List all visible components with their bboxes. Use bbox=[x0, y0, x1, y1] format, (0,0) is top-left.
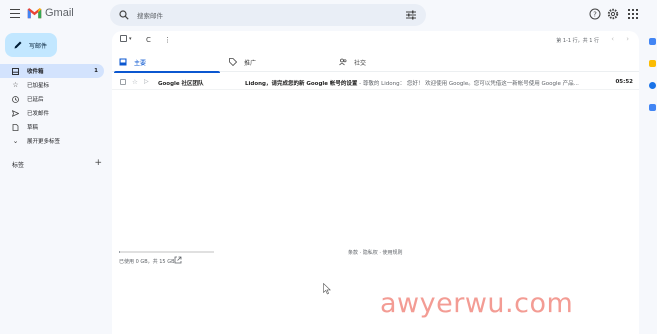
sidebar-item-inbox[interactable]: 收件箱 1 bbox=[0, 64, 104, 78]
sidebar-item-starred[interactable]: ☆ 已加星标 bbox=[0, 78, 106, 92]
tab-label: 社交 bbox=[354, 60, 367, 67]
help-icon[interactable]: ? bbox=[589, 8, 601, 20]
labels-title: 标签 bbox=[12, 162, 25, 169]
inbox-icon bbox=[12, 67, 19, 75]
next-page-icon[interactable]: › bbox=[626, 35, 629, 43]
search-icon[interactable] bbox=[119, 10, 129, 20]
tab-label: 推广 bbox=[244, 60, 257, 67]
row-checkbox[interactable] bbox=[120, 79, 126, 85]
contacts-icon[interactable] bbox=[649, 104, 656, 111]
sidebar-item-label: 已加星标 bbox=[27, 83, 50, 89]
sidebar-item-drafts[interactable]: 草稿 bbox=[0, 120, 106, 134]
storage-usage-bar bbox=[119, 251, 214, 253]
side-panel-rail bbox=[647, 30, 657, 334]
sidebar-item-sent[interactable]: 已发邮件 bbox=[0, 106, 106, 120]
mail-toolbar: ▾ C ⋮ 第 1-1 行，共 1 行 ‹ › bbox=[112, 31, 639, 49]
chevron-down-icon: ⌄ bbox=[12, 137, 19, 145]
email-subject: Lidong，请完成您的新 Google 帐号的设置 bbox=[245, 81, 358, 87]
tab-promotions[interactable]: 推广 bbox=[222, 52, 332, 72]
sidebar-item-label: 草稿 bbox=[27, 125, 39, 131]
sidebar-item-label: 收件箱 bbox=[27, 69, 44, 75]
main-menu-icon[interactable] bbox=[10, 9, 20, 18]
tab-social[interactable]: 社交 bbox=[332, 52, 442, 72]
open-in-new-icon[interactable] bbox=[174, 256, 182, 264]
unread-count: 1 bbox=[94, 68, 98, 74]
settings-gear-icon[interactable] bbox=[607, 8, 619, 20]
pencil-icon bbox=[14, 41, 22, 49]
tasks-icon[interactable] bbox=[649, 82, 656, 89]
draft-icon bbox=[12, 123, 19, 131]
sidebar-item-label: 已发邮件 bbox=[27, 111, 50, 117]
email-time: 05:52 bbox=[615, 79, 633, 85]
search-input[interactable]: 搜索邮件 bbox=[137, 10, 163, 20]
sidebar-item-snoozed[interactable]: 已延后 bbox=[0, 92, 106, 106]
send-icon bbox=[12, 109, 19, 117]
prev-page-icon[interactable]: ‹ bbox=[611, 35, 614, 43]
active-tab-indicator bbox=[114, 71, 220, 73]
star-icon: ☆ bbox=[12, 81, 19, 89]
people-icon bbox=[339, 58, 347, 66]
mouse-cursor-icon bbox=[323, 283, 331, 295]
footer-links[interactable]: 条款 · 隐私权 · 使用规则 bbox=[348, 249, 403, 256]
tab-primary[interactable]: 主要 bbox=[112, 52, 222, 73]
more-options-icon[interactable]: ⋮ bbox=[164, 36, 171, 44]
watermark-text: awyerwu.com bbox=[380, 288, 574, 319]
sidebar-item-label: 展开更多标签 bbox=[27, 139, 61, 145]
email-sender: Google 社区团队 bbox=[158, 81, 204, 87]
category-tabs: 主要 推广 社交 bbox=[112, 52, 639, 73]
sidebar-item-more[interactable]: ⌄ 展开更多标签 bbox=[0, 134, 106, 148]
svg-text:?: ? bbox=[593, 11, 597, 19]
star-icon[interactable]: ☆ bbox=[132, 78, 138, 86]
tag-icon bbox=[229, 58, 237, 66]
calendar-icon[interactable] bbox=[649, 38, 656, 45]
select-dropdown-icon[interactable]: ▾ bbox=[129, 36, 132, 42]
clock-icon bbox=[12, 95, 19, 103]
search-options-icon[interactable] bbox=[406, 10, 416, 20]
search-bar[interactable]: 搜索邮件 bbox=[110, 4, 426, 26]
email-snippet: - 尊敬的 Lidong： 您好！ 欢迎使用 Google。您可以凭借这一新帐号… bbox=[357, 81, 579, 87]
labels-header: 标签 + bbox=[12, 158, 102, 169]
gmail-wordmark: Gmail bbox=[45, 7, 74, 19]
importance-marker-icon[interactable]: ▷ bbox=[144, 78, 149, 85]
tab-label: 主要 bbox=[134, 60, 147, 67]
email-row[interactable]: ☆ ▷ Google 社区团队 Lidong，请完成您的新 Google 帐号的… bbox=[112, 75, 639, 90]
gmail-logo[interactable]: Gmail bbox=[27, 7, 74, 19]
select-all-checkbox[interactable] bbox=[120, 35, 127, 42]
compose-button[interactable]: 写邮件 bbox=[5, 33, 57, 57]
compose-label: 写邮件 bbox=[29, 43, 48, 50]
top-bar: Gmail 搜索邮件 ? bbox=[0, 0, 657, 30]
storage-usage-fill bbox=[119, 251, 120, 253]
sidebar-item-label: 已延后 bbox=[27, 97, 44, 103]
pager-range: 第 1-1 行，共 1 行 bbox=[556, 38, 599, 44]
email-preview: Lidong，请完成您的新 Google 帐号的设置 - 尊敬的 Lidong：… bbox=[245, 79, 603, 87]
apps-grid-icon[interactable] bbox=[627, 8, 639, 20]
sidebar-nav: 收件箱 1 ☆ 已加星标 已延后 已发邮件 草稿 ⌄ 展开更多标签 bbox=[0, 64, 106, 148]
keep-icon[interactable] bbox=[649, 60, 656, 67]
inbox-icon bbox=[119, 58, 127, 66]
add-label-icon[interactable]: + bbox=[94, 158, 102, 168]
refresh-icon[interactable]: C bbox=[146, 36, 151, 44]
storage-usage-text: 已使用 0 GB，共 15 GB bbox=[119, 259, 175, 265]
gmail-m-icon bbox=[27, 8, 42, 19]
